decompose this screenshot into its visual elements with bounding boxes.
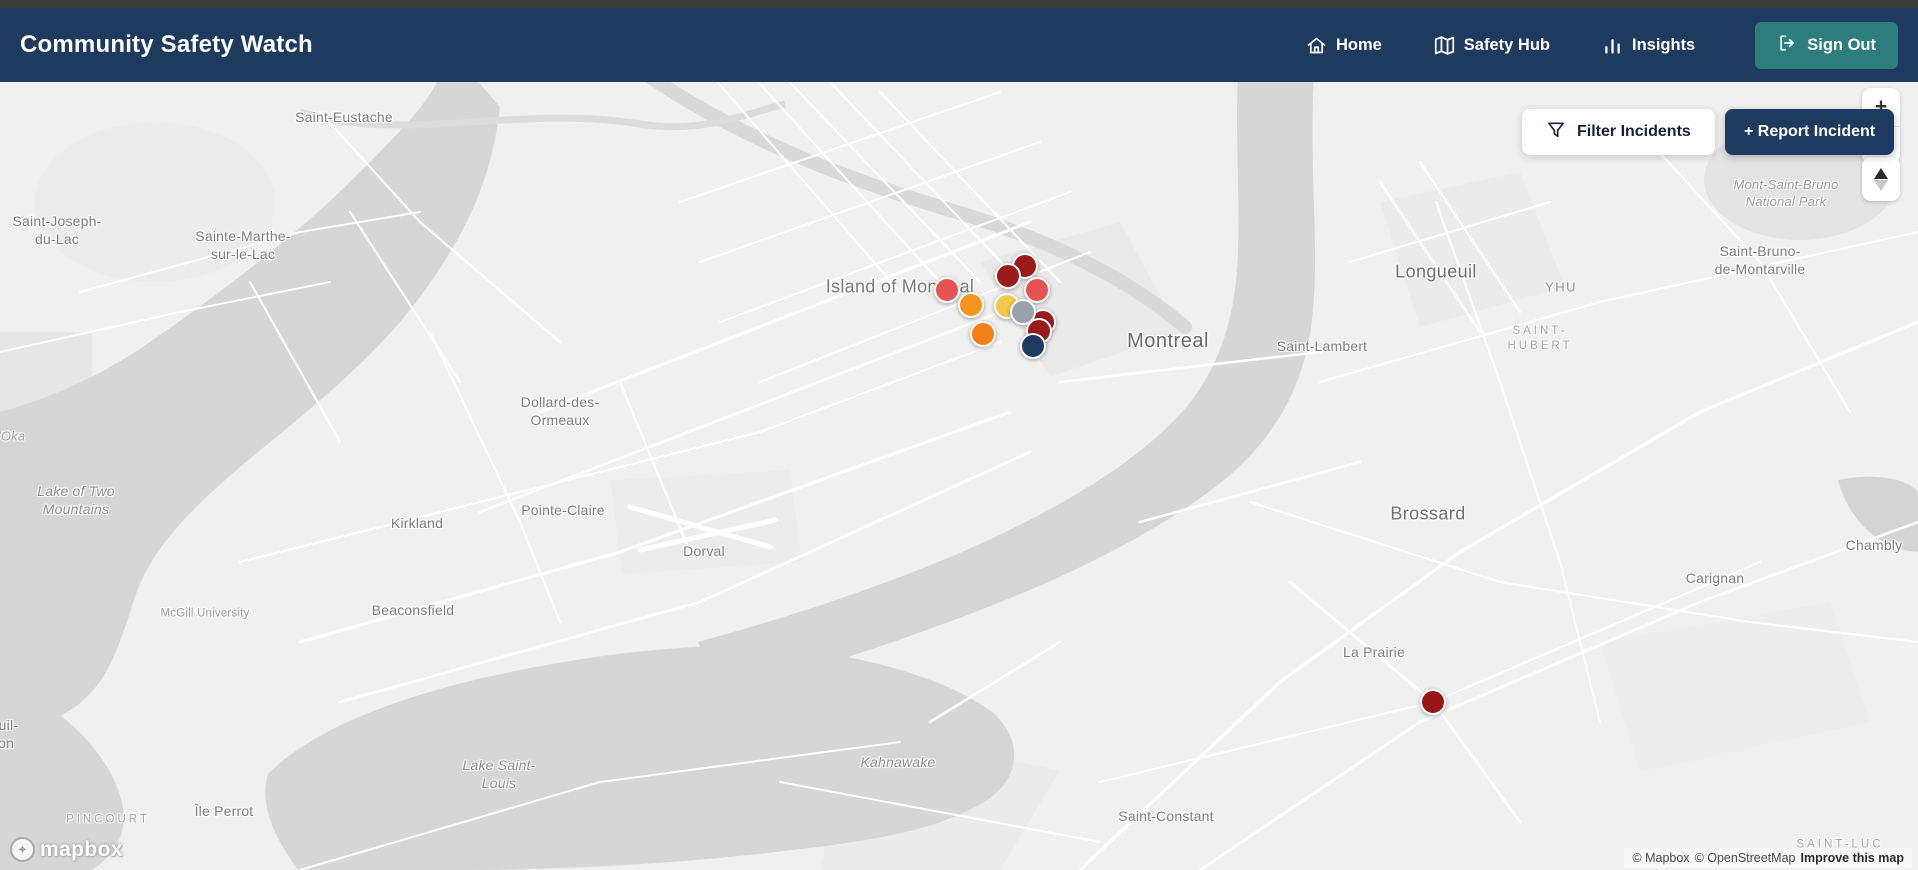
mapbox-logo-icon: ✦: [10, 837, 35, 862]
browser-strip: [0, 0, 1918, 8]
map-label-reuil-rion: reuil-rion: [0, 716, 19, 751]
incident-marker[interactable]: [1020, 333, 1046, 359]
filter-incidents-button[interactable]: Filter Incidents: [1522, 109, 1715, 155]
nav-item-safety-hub[interactable]: Safety Hub: [1434, 35, 1550, 56]
map-label-kahnawake: Kahnawake: [860, 753, 936, 770]
map-label-yhu: YHU: [1545, 279, 1577, 295]
map-label-lake-saint-louis: Lake Saint- Louis: [462, 756, 536, 791]
incident-marker[interactable]: [958, 292, 984, 318]
map-label-mont-saint-bruno-national-park: Mont-Saint-Bruno National Park: [1733, 177, 1839, 209]
funnel-icon: [1546, 120, 1566, 145]
map-label-chambly: Chambly: [1845, 536, 1903, 553]
sign-out-button[interactable]: Sign Out: [1755, 21, 1898, 69]
map-label-carignan: Carignan: [1685, 569, 1745, 586]
filter-label: Filter Incidents: [1577, 123, 1691, 140]
map-label-kirkland: Kirkland: [390, 514, 444, 531]
map-label-la-prairie: La Prairie: [1343, 643, 1405, 660]
app-window: Community Safety Watch Home Safety Hub I…: [0, 0, 1918, 870]
map-label-dollard-des-ormeaux: Dollard-des- Ormeaux: [520, 393, 600, 428]
mapbox-logo-text: mapbox: [40, 837, 123, 861]
map-label-saint-joseph-du-lac: Saint-Joseph-du-Lac: [12, 212, 102, 247]
map-label-mcgill-university: McGill University: [160, 607, 250, 620]
sign-out-icon: [1777, 33, 1797, 58]
map-label-pincourt: PINCOURT: [66, 813, 150, 826]
report-label: + Report Incident: [1744, 123, 1876, 140]
nav-item-insights[interactable]: Insights: [1602, 35, 1695, 56]
map-label-longueuil: Longueuil: [1395, 261, 1477, 282]
nav-label: Insights: [1631, 35, 1696, 54]
map-label-saint-eustache: Saint-Eustache: [295, 108, 393, 125]
map-label-sainte-marthe-sur-le-lac: Sainte-Marthe-sur-le-Lac: [195, 227, 291, 262]
compass-icon: [1874, 167, 1888, 179]
map-label-montreal: Montreal: [1127, 330, 1209, 352]
map-icon: [1434, 35, 1455, 56]
incident-marker[interactable]: [1420, 689, 1446, 715]
incident-marker[interactable]: [995, 263, 1021, 289]
nav-item-home[interactable]: Home: [1306, 35, 1382, 56]
map-label-saint-hubert: SAINT- HUBERT: [1507, 325, 1573, 352]
compass-control[interactable]: [1862, 157, 1900, 201]
map-canvas[interactable]: Saint-Eustache Saint-Joseph-du-Lac Sainte-…: [0, 82, 1918, 870]
map-label-brossard: Brossard: [1390, 503, 1466, 524]
sign-out-label: Sign Out: [1807, 35, 1876, 54]
map-label-le-perrot: Île Perrot: [194, 802, 254, 819]
bar-chart-icon: [1602, 35, 1623, 56]
app-header: Community Safety Watch Home Safety Hub I…: [0, 8, 1918, 82]
map-attribution: © Mapbox © OpenStreetMap Improve this ma…: [1624, 848, 1912, 868]
home-icon: [1306, 35, 1327, 56]
map-label-saint-constant: Saint-Constant: [1118, 807, 1214, 824]
mapbox-attribution-link[interactable]: © Mapbox: [1632, 851, 1689, 865]
osm-attribution-link[interactable]: © OpenStreetMap: [1695, 851, 1796, 865]
map-label-lake-of-two-mountains: Lake of Two Mountains: [37, 482, 115, 517]
report-incident-button[interactable]: + Report Incident: [1725, 109, 1895, 155]
compass-icon-south: [1874, 179, 1888, 191]
incident-marker[interactable]: [934, 277, 960, 303]
map-label-dorval: Dorval: [683, 542, 725, 559]
app-title: Community Safety Watch: [20, 31, 313, 58]
map-label-d-oka: d'Oka: [0, 428, 26, 444]
map-label-saint-lambert: Saint-Lambert: [1276, 337, 1368, 354]
map-label-pointe-claire: Pointe-Claire: [521, 501, 605, 518]
incident-marker[interactable]: [970, 321, 996, 347]
nav-label: Safety Hub: [1463, 35, 1550, 54]
mapbox-logo[interactable]: ✦ mapbox: [10, 837, 123, 862]
map-basemap: [0, 82, 1918, 870]
map-label-saint-bruno-de-montarville: Saint-Bruno-de-Montarville: [1714, 242, 1806, 277]
map-label-beaconsfield: Beaconsfield: [371, 601, 455, 618]
main-nav: Home Safety Hub Insights Sign Out: [1306, 21, 1898, 69]
improve-map-link[interactable]: Improve this map: [1801, 851, 1905, 865]
nav-label: Home: [1335, 35, 1382, 54]
